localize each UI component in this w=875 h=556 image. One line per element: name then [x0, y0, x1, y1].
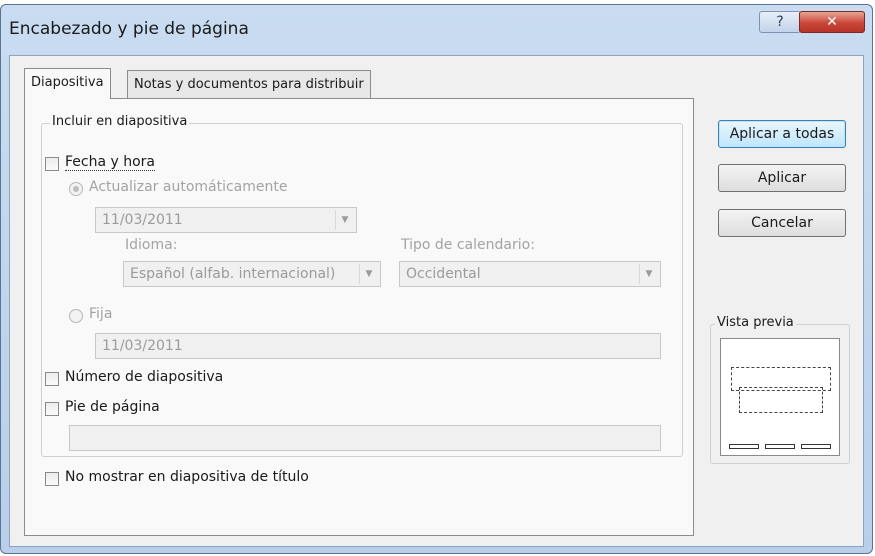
tab-panel: Incluir en diapositiva Fecha y hora Actu…: [24, 98, 694, 536]
radio-dot: [73, 186, 79, 192]
calendar-combo[interactable]: Occidental ▼: [399, 261, 661, 287]
footer-checkbox[interactable]: [45, 402, 59, 416]
tab-notas-documentos[interactable]: Notas y documentos para distribuir: [127, 70, 371, 98]
chevron-down-icon: ▼: [359, 264, 378, 284]
language-value: Español (alfab. internacional): [130, 266, 336, 282]
slide-number-checkbox[interactable]: [45, 372, 59, 386]
footer-input[interactable]: [69, 425, 661, 451]
tab-label: Diapositiva: [31, 75, 104, 90]
preview-footer-right: [801, 444, 831, 449]
auto-update-label: Actualizar automáticamente: [89, 179, 288, 195]
close-icon: ✕: [826, 14, 838, 30]
dialog-window: Encabezado y pie de página ? ✕ Diapositi…: [0, 4, 873, 554]
no-title-slide-label: No mostrar en diapositiva de título: [65, 469, 309, 485]
fixed-label: Fija: [89, 306, 113, 322]
fixed-date-input[interactable]: 11/03/2011: [95, 333, 661, 359]
fixed-date-value: 11/03/2011: [102, 338, 183, 354]
apply-all-label: Aplicar a todas: [729, 126, 835, 142]
calendar-value: Occidental: [406, 266, 481, 282]
title-bar[interactable]: Encabezado y pie de página ? ✕: [1, 5, 872, 55]
language-label: Idioma:: [125, 237, 178, 253]
date-format-value: 11/03/2011: [102, 212, 183, 228]
close-button[interactable]: ✕: [799, 11, 865, 33]
preview-groupbox: Vista previa: [710, 315, 850, 464]
calendar-label: Tipo de calendario:: [401, 237, 535, 253]
auto-update-radio[interactable]: [69, 182, 83, 196]
chevron-down-icon: ▼: [335, 210, 354, 230]
fixed-radio[interactable]: [69, 309, 83, 323]
group-legend: Incluir en diapositiva: [50, 114, 190, 129]
date-time-label: Fecha y hora: [65, 154, 156, 171]
date-time-checkbox[interactable]: [45, 157, 59, 171]
preview-slide: [720, 338, 840, 456]
footer-label: Pie de página: [65, 399, 160, 415]
help-button[interactable]: ?: [759, 11, 801, 33]
chevron-down-icon: ▼: [639, 264, 658, 284]
preview-footer-left: [729, 444, 759, 449]
no-title-slide-checkbox[interactable]: [45, 472, 59, 486]
slide-number-label: Número de diapositiva: [65, 369, 224, 385]
apply-all-button[interactable]: Aplicar a todas: [718, 120, 846, 148]
tab-label: Notas y documentos para distribuir: [134, 77, 364, 92]
window-title: Encabezado y pie de página: [9, 19, 249, 39]
tab-diapositiva[interactable]: Diapositiva: [24, 68, 111, 99]
question-icon: ?: [776, 14, 784, 30]
dialog-body: Diapositiva Notas y documentos para dist…: [9, 55, 864, 547]
cancel-button[interactable]: Cancelar: [718, 209, 846, 237]
language-combo[interactable]: Español (alfab. internacional) ▼: [123, 261, 381, 287]
preview-footer-center: [765, 444, 795, 449]
apply-button[interactable]: Aplicar: [718, 164, 846, 192]
date-format-combo[interactable]: 11/03/2011 ▼: [95, 207, 357, 233]
cancel-label: Cancelar: [751, 215, 813, 231]
apply-label: Aplicar: [757, 170, 807, 186]
preview-body-placeholder: [739, 387, 823, 413]
preview-legend: Vista previa: [715, 315, 796, 330]
